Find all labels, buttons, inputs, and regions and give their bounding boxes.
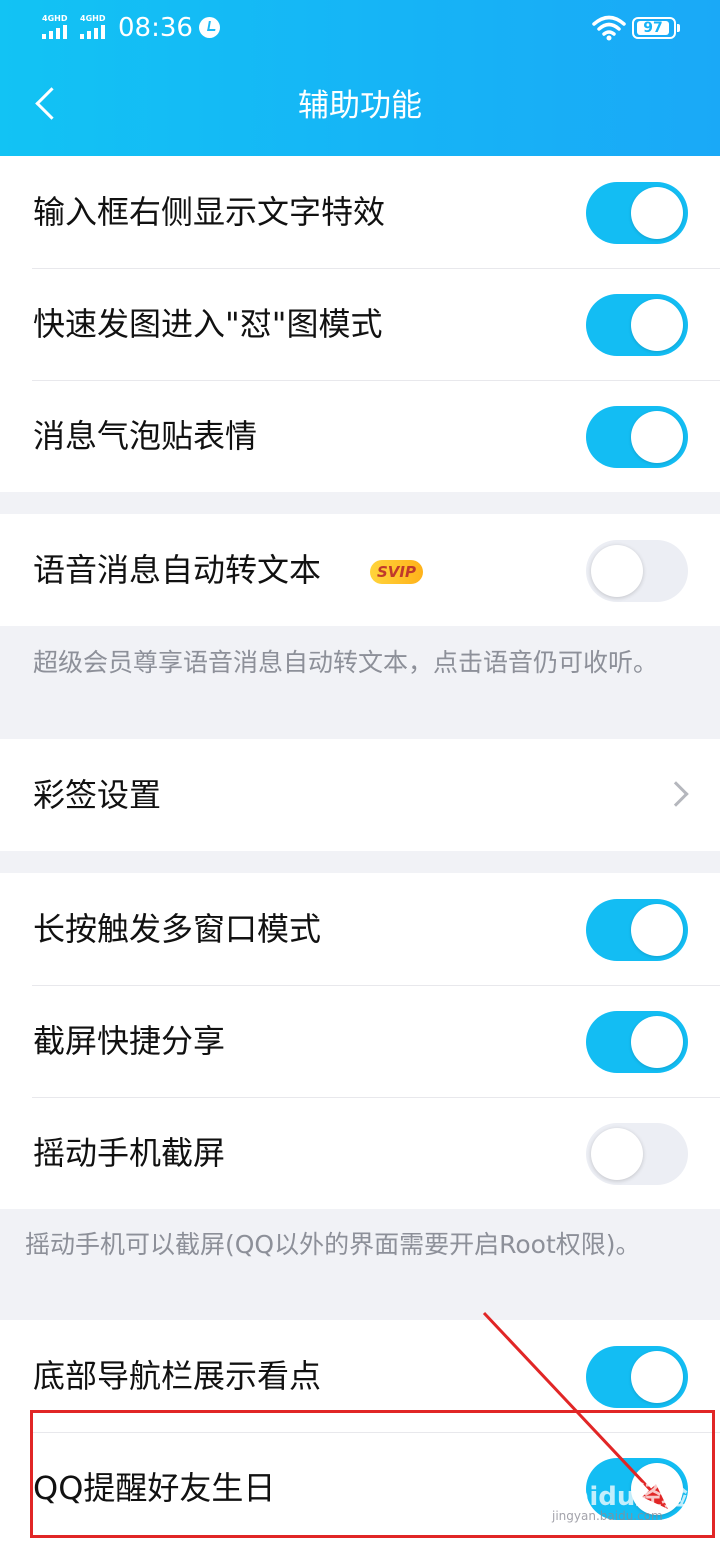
annotation-arrow — [482, 1311, 668, 1509]
watermark: Baidu经验 jingyan.baidu.com — [552, 1482, 688, 1523]
